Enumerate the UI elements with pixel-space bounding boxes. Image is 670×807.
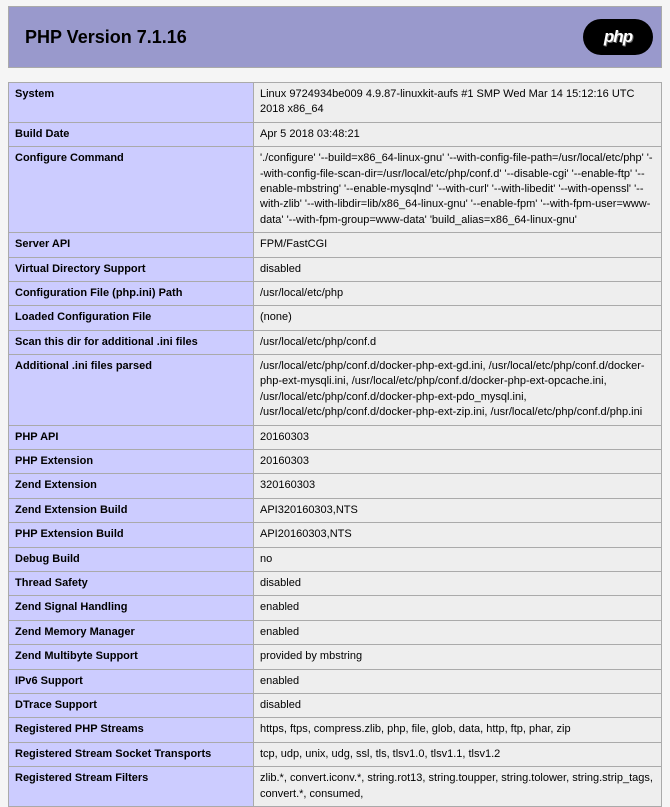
- info-value: disabled: [254, 571, 662, 595]
- info-key: Zend Multibyte Support: [9, 645, 254, 669]
- info-key: IPv6 Support: [9, 669, 254, 693]
- info-row: Zend Memory Managerenabled: [9, 620, 662, 644]
- info-value: /usr/local/etc/php: [254, 281, 662, 305]
- info-value: enabled: [254, 596, 662, 620]
- info-key: Zend Extension Build: [9, 498, 254, 522]
- page-title: PHP Version 7.1.16: [25, 27, 187, 48]
- info-key: Scan this dir for additional .ini files: [9, 330, 254, 354]
- info-value: 20160303: [254, 450, 662, 474]
- info-key: PHP Extension Build: [9, 523, 254, 547]
- info-row: Zend Signal Handlingenabled: [9, 596, 662, 620]
- info-value: 320160303: [254, 474, 662, 498]
- info-key: Server API: [9, 233, 254, 257]
- info-key: Build Date: [9, 122, 254, 146]
- info-value: enabled: [254, 669, 662, 693]
- info-key: Registered Stream Socket Transports: [9, 742, 254, 766]
- info-value: API320160303,NTS: [254, 498, 662, 522]
- info-row: Zend Multibyte Supportprovided by mbstri…: [9, 645, 662, 669]
- info-row: DTrace Supportdisabled: [9, 693, 662, 717]
- info-value: provided by mbstring: [254, 645, 662, 669]
- info-row: Registered Stream Socket Transportstcp, …: [9, 742, 662, 766]
- info-row: Scan this dir for additional .ini files/…: [9, 330, 662, 354]
- info-key: Configuration File (php.ini) Path: [9, 281, 254, 305]
- info-value: (none): [254, 306, 662, 330]
- info-key: PHP Extension: [9, 450, 254, 474]
- info-key: Loaded Configuration File: [9, 306, 254, 330]
- info-key: DTrace Support: [9, 693, 254, 717]
- info-key: System: [9, 83, 254, 123]
- info-value: no: [254, 547, 662, 571]
- info-key: Zend Signal Handling: [9, 596, 254, 620]
- info-row: Additional .ini files parsed/usr/local/e…: [9, 355, 662, 426]
- phpinfo-table: SystemLinux 9724934be009 4.9.87-linuxkit…: [8, 82, 662, 807]
- info-row: Loaded Configuration File(none): [9, 306, 662, 330]
- info-key: Registered PHP Streams: [9, 718, 254, 742]
- info-key: Thread Safety: [9, 571, 254, 595]
- info-value: disabled: [254, 257, 662, 281]
- info-value: './configure' '--build=x86_64-linux-gnu'…: [254, 147, 662, 233]
- info-row: Configuration File (php.ini) Path/usr/lo…: [9, 281, 662, 305]
- info-key: Configure Command: [9, 147, 254, 233]
- info-value: 20160303: [254, 425, 662, 449]
- info-row: Registered PHP Streamshttps, ftps, compr…: [9, 718, 662, 742]
- info-key: Debug Build: [9, 547, 254, 571]
- info-value: /usr/local/etc/php/conf.d/docker-php-ext…: [254, 355, 662, 426]
- info-key: Additional .ini files parsed: [9, 355, 254, 426]
- info-key: PHP API: [9, 425, 254, 449]
- info-row: Zend Extension320160303: [9, 474, 662, 498]
- info-value: tcp, udp, unix, udg, ssl, tls, tlsv1.0, …: [254, 742, 662, 766]
- info-row: Registered Stream Filterszlib.*, convert…: [9, 767, 662, 807]
- info-row: Thread Safetydisabled: [9, 571, 662, 595]
- info-row: Server APIFPM/FastCGI: [9, 233, 662, 257]
- info-row: Virtual Directory Supportdisabled: [9, 257, 662, 281]
- info-row: Configure Command'./configure' '--build=…: [9, 147, 662, 233]
- info-value: enabled: [254, 620, 662, 644]
- info-value: /usr/local/etc/php/conf.d: [254, 330, 662, 354]
- info-row: Build DateApr 5 2018 03:48:21: [9, 122, 662, 146]
- info-value: zlib.*, convert.iconv.*, string.rot13, s…: [254, 767, 662, 807]
- info-row: Debug Buildno: [9, 547, 662, 571]
- info-row: SystemLinux 9724934be009 4.9.87-linuxkit…: [9, 83, 662, 123]
- info-value: https, ftps, compress.zlib, php, file, g…: [254, 718, 662, 742]
- phpinfo-header: PHP Version 7.1.16 php: [8, 6, 662, 68]
- info-row: Zend Extension BuildAPI320160303,NTS: [9, 498, 662, 522]
- info-value: API20160303,NTS: [254, 523, 662, 547]
- info-key: Virtual Directory Support: [9, 257, 254, 281]
- info-row: PHP Extension20160303: [9, 450, 662, 474]
- info-value: FPM/FastCGI: [254, 233, 662, 257]
- info-value: disabled: [254, 693, 662, 717]
- info-row: IPv6 Supportenabled: [9, 669, 662, 693]
- info-key: Zend Memory Manager: [9, 620, 254, 644]
- info-value: Linux 9724934be009 4.9.87-linuxkit-aufs …: [254, 83, 662, 123]
- php-logo-text: php: [604, 27, 632, 47]
- info-row: PHP API20160303: [9, 425, 662, 449]
- info-key: Registered Stream Filters: [9, 767, 254, 807]
- info-row: PHP Extension BuildAPI20160303,NTS: [9, 523, 662, 547]
- info-value: Apr 5 2018 03:48:21: [254, 122, 662, 146]
- php-logo: php: [583, 19, 653, 55]
- info-key: Zend Extension: [9, 474, 254, 498]
